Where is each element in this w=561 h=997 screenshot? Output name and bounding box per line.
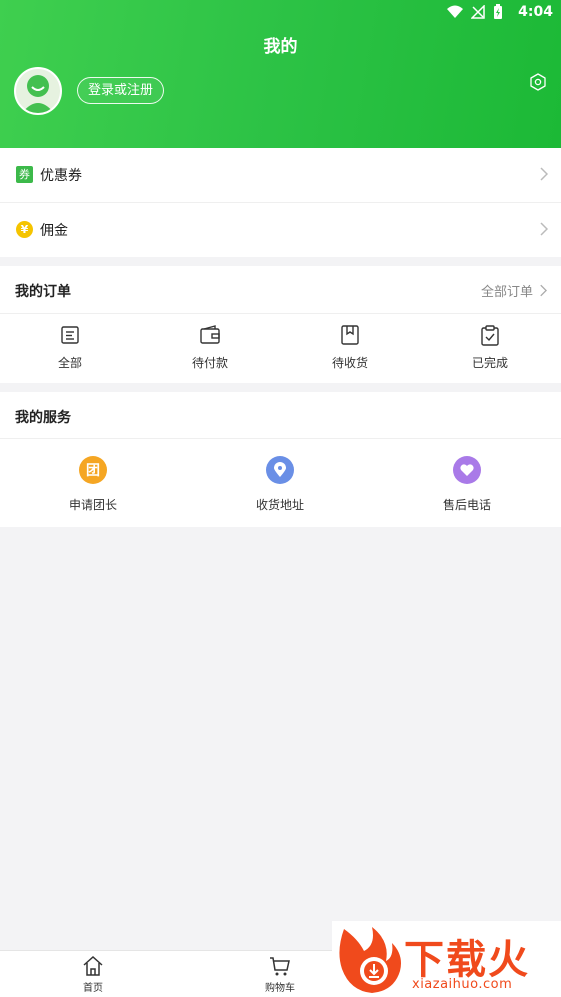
order-completed-label: 已完成 (471, 356, 508, 370)
order-all-button[interactable]: 全部 (20, 324, 120, 371)
commission-row[interactable]: ¥ 佣金 (0, 203, 561, 257)
order-pending-receipt-button[interactable]: 待收货 (300, 324, 400, 371)
shipping-address-button[interactable]: 收货地址 (220, 456, 340, 513)
wallet-icon (200, 325, 220, 344)
all-orders-label: 全部订单 (480, 285, 533, 300)
home-icon (83, 955, 103, 976)
tab-cart-label: 购物车 (265, 983, 295, 994)
all-orders-link[interactable]: 全部订单 (481, 281, 547, 300)
cart-icon (270, 957, 290, 976)
wifi-icon (447, 5, 463, 18)
wallet-card: 券 优惠券 ¥ 佣金 (0, 148, 561, 257)
book-icon (341, 325, 359, 345)
settings-icon[interactable] (529, 73, 547, 91)
page-title: 我的 (263, 37, 298, 57)
heart-shape-icon (460, 464, 474, 476)
order-all-label: 全部 (57, 356, 82, 370)
user-avatar-icon (16, 69, 60, 113)
order-completed-button[interactable]: 已完成 (440, 324, 540, 371)
order-pending-payment-button[interactable]: 待付款 (160, 324, 260, 371)
chevron-right-icon (540, 167, 548, 181)
tab-home[interactable]: 首页 (63, 955, 123, 994)
login-register-button[interactable]: 登录或注册 (77, 77, 165, 104)
shipping-address-label: 收货地址 (255, 498, 304, 512)
location-icon (266, 456, 294, 484)
order-pending-payment-label: 待付款 (191, 356, 228, 370)
status-icons (447, 4, 503, 20)
chevron-right-icon (540, 222, 548, 236)
clipboard-check-icon (481, 325, 499, 346)
coupon-icon: 券 (16, 166, 33, 183)
after-sales-phone-button[interactable]: 售后电话 (407, 456, 527, 513)
yen-coin-icon: ¥ (16, 221, 33, 238)
status-bar: 4:04 (0, 0, 561, 26)
status-time: 4:04 (518, 4, 553, 20)
location-pin-icon (274, 462, 286, 477)
flame-logo-icon (339, 927, 401, 993)
chevron-right-icon (540, 284, 547, 297)
order-pending-receipt-label: 待收货 (331, 356, 368, 370)
apply-group-leader-button[interactable]: 团 申请团长 (33, 456, 153, 513)
no-signal-icon (471, 5, 485, 19)
heart-icon (453, 456, 481, 484)
divider (0, 438, 561, 439)
watermark-url: xiazaihuo.com (412, 977, 513, 992)
commission-label: 佣金 (40, 223, 68, 239)
tab-cart[interactable]: 购物车 (250, 955, 310, 994)
coupon-label: 优惠券 (40, 168, 82, 184)
orders-section-title: 我的订单 (15, 284, 71, 300)
battery-icon (494, 4, 502, 19)
group-icon: 团 (79, 456, 107, 484)
avatar[interactable] (14, 67, 62, 115)
list-icon (61, 326, 79, 344)
apply-group-leader-label: 申请团长 (68, 498, 117, 512)
divider (0, 313, 561, 314)
services-section-title: 我的服务 (15, 410, 71, 426)
watermark: 下载火 xiazaihuo.com (332, 921, 561, 997)
profile-header: 4:04 我的 登录或注册 (0, 0, 561, 148)
tab-home-label: 首页 (83, 983, 103, 994)
after-sales-phone-label: 售后电话 (442, 498, 491, 512)
coupon-row[interactable]: 券 优惠券 (0, 148, 561, 202)
